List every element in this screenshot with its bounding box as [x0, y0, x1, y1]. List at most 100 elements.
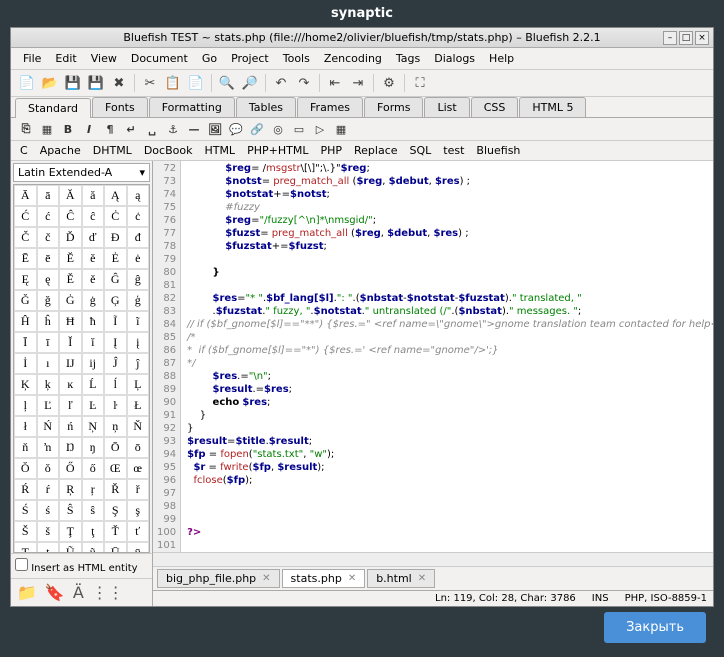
tab-css[interactable]: CSS: [471, 97, 519, 117]
char-cell[interactable]: Ķ: [14, 374, 37, 395]
file-tab[interactable]: stats.php✕: [282, 569, 366, 588]
char-cell[interactable]: ō: [127, 437, 150, 458]
paragraph-icon[interactable]: ¶: [101, 120, 119, 138]
char-cell[interactable]: ċ: [127, 206, 150, 227]
char-cell[interactable]: Į: [104, 332, 127, 353]
code-editor[interactable]: 72 73 74 75 76 77 78 79 80 81 82 83 84 8…: [153, 161, 713, 552]
char-cell[interactable]: Ė: [104, 248, 127, 269]
char-cell[interactable]: đ: [127, 227, 150, 248]
char-cell[interactable]: ř: [127, 479, 150, 500]
menu-project[interactable]: Project: [225, 50, 275, 67]
char-cell[interactable]: Ď: [59, 227, 82, 248]
tab-standard[interactable]: Standard: [15, 98, 91, 118]
comment-icon[interactable]: 💬: [227, 120, 245, 138]
char-cell[interactable]: ŕ: [37, 479, 60, 500]
langtab-sql[interactable]: SQL: [407, 143, 435, 158]
char-cell[interactable]: ī: [37, 332, 60, 353]
char-cell[interactable]: ć: [37, 206, 60, 227]
char-cell[interactable]: Ř: [104, 479, 127, 500]
italic-icon[interactable]: I: [80, 120, 98, 138]
image-icon[interactable]: 🖼: [206, 120, 224, 138]
menu-tags[interactable]: Tags: [390, 50, 426, 67]
char-cell[interactable]: ő: [82, 458, 105, 479]
find-icon[interactable]: 🔍: [217, 73, 237, 93]
char-cell[interactable]: ś: [37, 500, 60, 521]
char-cell[interactable]: ā: [37, 185, 60, 206]
filebrowser-icon[interactable]: 📁: [17, 583, 37, 602]
char-cell[interactable]: ĸ: [59, 374, 82, 395]
char-cell[interactable]: ŏ: [37, 458, 60, 479]
char-cell[interactable]: Đ: [104, 227, 127, 248]
char-cell[interactable]: ď: [82, 227, 105, 248]
menu-dialogs[interactable]: Dialogs: [428, 50, 481, 67]
char-cell[interactable]: ŧ: [37, 542, 60, 553]
find-replace-icon[interactable]: 🔎: [240, 73, 260, 93]
char-cell[interactable]: ĕ: [82, 248, 105, 269]
char-cell[interactable]: ě: [82, 269, 105, 290]
insert-checkbox-area[interactable]: Insert as HTML entity: [11, 553, 152, 578]
char-cell[interactable]: ķ: [37, 374, 60, 395]
char-cell[interactable]: ŀ: [104, 395, 127, 416]
menu-file[interactable]: File: [17, 50, 47, 67]
bold-icon[interactable]: B: [59, 120, 77, 138]
char-cell[interactable]: š: [37, 521, 60, 542]
redo-icon[interactable]: ↷: [294, 73, 314, 93]
copy-icon[interactable]: 📋: [163, 73, 183, 93]
nbsp-icon[interactable]: ␣: [143, 120, 161, 138]
menu-go[interactable]: Go: [196, 50, 223, 67]
char-cell[interactable]: Ŧ: [14, 542, 37, 553]
char-cell[interactable]: ĭ: [82, 332, 105, 353]
char-cell[interactable]: ė: [127, 248, 150, 269]
file-tab[interactable]: big_php_file.php✕: [157, 569, 280, 588]
char-cell[interactable]: Ħ: [59, 311, 82, 332]
char-cell[interactable]: ĵ: [127, 353, 150, 374]
char-cell[interactable]: œ: [127, 458, 150, 479]
save-icon[interactable]: 💾: [63, 73, 83, 93]
charmap-icon[interactable]: Ä: [73, 583, 84, 602]
char-cell[interactable]: Ŏ: [14, 458, 37, 479]
form-icon[interactable]: ▭: [290, 120, 308, 138]
char-cell[interactable]: Ŕ: [14, 479, 37, 500]
char-cell[interactable]: ũ: [82, 542, 105, 553]
char-cell[interactable]: Ŀ: [82, 395, 105, 416]
char-cell[interactable]: ň: [14, 437, 37, 458]
preferences-icon[interactable]: ⚙: [379, 73, 399, 93]
char-cell[interactable]: Ă: [59, 185, 82, 206]
target-icon[interactable]: ◎: [269, 120, 287, 138]
tab-html-5[interactable]: HTML 5: [519, 97, 586, 117]
char-cell[interactable]: Ō: [104, 437, 127, 458]
tab-forms[interactable]: Forms: [364, 97, 423, 117]
char-cell[interactable]: Ū: [104, 542, 127, 553]
rule-icon[interactable]: —: [185, 120, 203, 138]
char-cell[interactable]: Ũ: [59, 542, 82, 553]
horizontal-scrollbar[interactable]: [153, 552, 713, 566]
char-cell[interactable]: Ğ: [14, 290, 37, 311]
char-cell[interactable]: ū: [127, 542, 150, 553]
char-cell[interactable]: İ: [14, 353, 37, 374]
char-cell[interactable]: Ĵ: [104, 353, 127, 374]
char-cell[interactable]: Ń: [37, 416, 60, 437]
char-cell[interactable]: Ţ: [59, 521, 82, 542]
char-cell[interactable]: ĺ: [104, 374, 127, 395]
char-cell[interactable]: Ē: [14, 248, 37, 269]
close-tab-icon[interactable]: ✕: [418, 573, 426, 584]
body-icon[interactable]: ▦: [38, 120, 56, 138]
char-cell[interactable]: ĩ: [127, 311, 150, 332]
char-cell[interactable]: č: [37, 227, 60, 248]
char-cell[interactable]: ı: [37, 353, 60, 374]
close-dialog-button[interactable]: Закрыть: [604, 612, 706, 643]
char-cell[interactable]: Ĥ: [14, 311, 37, 332]
menu-view[interactable]: View: [85, 50, 123, 67]
char-cell[interactable]: ł: [14, 416, 37, 437]
insert-as-entity-checkbox[interactable]: [15, 558, 28, 571]
char-cell[interactable]: ŋ: [82, 437, 105, 458]
char-cell[interactable]: ę: [37, 269, 60, 290]
char-cell[interactable]: ĥ: [37, 311, 60, 332]
char-cell[interactable]: Ě: [59, 269, 82, 290]
fullscreen-icon[interactable]: ⛶: [410, 73, 430, 93]
langtab-bluefish[interactable]: Bluefish: [473, 143, 523, 158]
langtab-docbook[interactable]: DocBook: [141, 143, 196, 158]
char-cell[interactable]: ņ: [104, 416, 127, 437]
char-cell[interactable]: ą: [127, 185, 150, 206]
char-cell[interactable]: Ş: [104, 500, 127, 521]
